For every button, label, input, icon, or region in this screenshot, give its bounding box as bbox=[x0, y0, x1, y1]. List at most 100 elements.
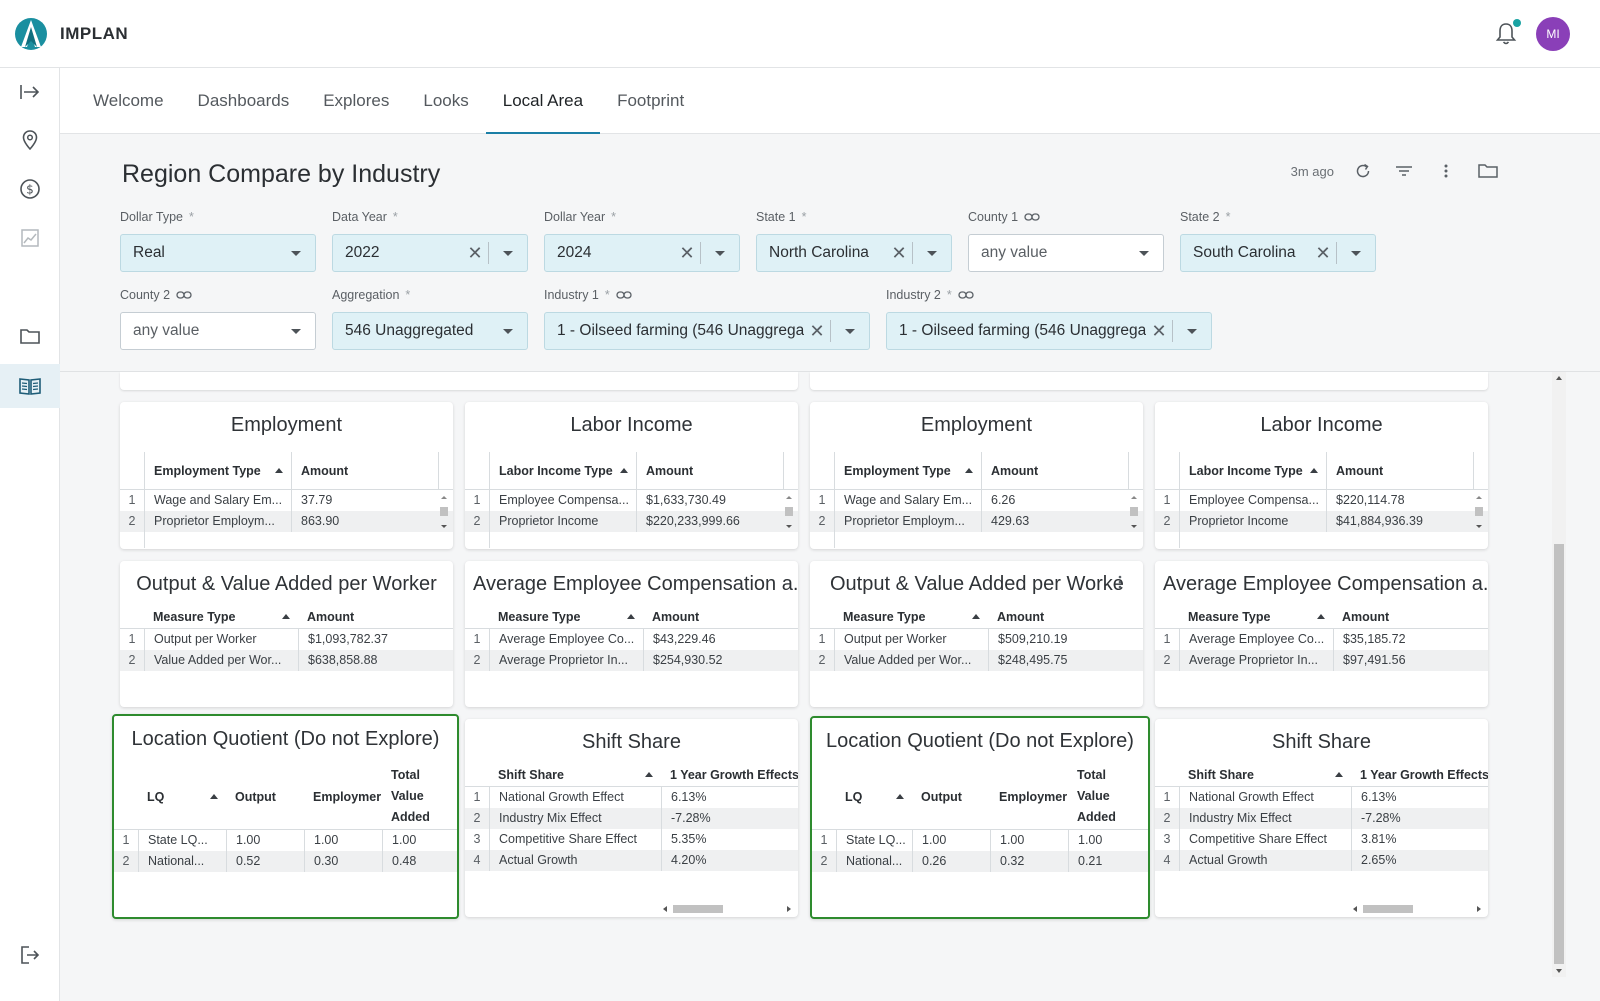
sort-asc-icon[interactable] bbox=[965, 468, 973, 473]
folder-icon[interactable] bbox=[1476, 162, 1500, 180]
tab-looks[interactable]: Looks bbox=[406, 68, 485, 133]
table-row[interactable]: 2 Proprietor Income $220,233,999.66 bbox=[465, 511, 798, 532]
chevron-down-icon[interactable] bbox=[277, 328, 315, 334]
output-value-added-tile-region-2[interactable]: Output & Value Added per Worke Measure T… bbox=[810, 561, 1143, 707]
table-row[interactable]: 2 Industry Mix Effect -7.28% bbox=[465, 808, 798, 829]
industry-1-select[interactable]: 1 - Oilseed farming (546 Unaggregated) ✕ bbox=[544, 312, 870, 350]
location-quotient-tile-region-2[interactable]: Location Quotient (Do not Explore) LQ Ou… bbox=[810, 716, 1150, 919]
table-row[interactable]: 2 Proprietor Employm... 429.63 bbox=[810, 511, 1143, 532]
table-row[interactable]: 4 Actual Growth 2.65% bbox=[1155, 850, 1488, 871]
table-row[interactable]: 2 National... 0.26 0.32 0.21 bbox=[812, 851, 1148, 872]
labor-income-tile-region-2[interactable]: Labor Income Labor Income Type Amount 1E… bbox=[1155, 402, 1488, 549]
table-scrollbar[interactable] bbox=[439, 494, 449, 530]
chevron-down-icon[interactable] bbox=[913, 250, 951, 256]
location-quotient-tile-region-1[interactable]: Location Quotient (Do not Explore) LQ Ou… bbox=[112, 714, 459, 919]
table-row[interactable]: 1 National Growth Effect 6.13% bbox=[1155, 787, 1488, 808]
sort-asc-icon[interactable] bbox=[210, 794, 218, 799]
table-row[interactable]: 1 Wage and Salary Em... 37.79 bbox=[120, 490, 453, 511]
data-year-select[interactable]: 2022 ✕ bbox=[332, 234, 528, 272]
sort-asc-icon[interactable] bbox=[1335, 772, 1343, 777]
table-row[interactable]: 2 Average Proprietor In... $97,491.56 bbox=[1155, 650, 1488, 671]
table-row[interactable]: 1 Average Employee Co... $35,185.72 bbox=[1155, 629, 1488, 650]
dollar-icon[interactable]: $ bbox=[0, 167, 60, 211]
county-2-select[interactable]: any value bbox=[120, 312, 316, 350]
tile-menu-icon[interactable] bbox=[1117, 574, 1123, 590]
table-row[interactable]: 1 Output per Worker $1,093,782.37 bbox=[120, 629, 453, 650]
sort-asc-icon[interactable] bbox=[282, 614, 290, 619]
page-scrollbar[interactable] bbox=[1552, 372, 1566, 977]
sort-asc-icon[interactable] bbox=[1317, 614, 1325, 619]
chevron-down-icon[interactable] bbox=[1337, 250, 1375, 256]
table-scrollbar[interactable] bbox=[1129, 494, 1139, 530]
table-row[interactable]: 3 Competitive Share Effect 5.35% bbox=[465, 829, 798, 850]
table-row[interactable]: 1 National Growth Effect 6.13% bbox=[465, 787, 798, 808]
clear-icon[interactable]: ✕ bbox=[674, 243, 700, 264]
table-row[interactable]: 2 Value Added per Wor... $638,858.88 bbox=[120, 650, 453, 671]
table-row[interactable]: 1 State LQ... 1.00 1.00 1.00 bbox=[114, 830, 457, 851]
table-row[interactable]: 2 Industry Mix Effect -7.28% bbox=[1155, 808, 1488, 829]
sort-asc-icon[interactable] bbox=[972, 614, 980, 619]
table-row[interactable]: 2 Value Added per Wor... $248,495.75 bbox=[810, 650, 1143, 671]
table-scrollbar[interactable] bbox=[784, 494, 794, 530]
book-icon[interactable] bbox=[0, 364, 60, 408]
table-row[interactable]: 2 National... 0.52 0.30 0.48 bbox=[114, 851, 457, 872]
sort-asc-icon[interactable] bbox=[896, 794, 904, 799]
shift-share-tile-region-1[interactable]: Shift Share Shift Share 1 Year Growth Ef… bbox=[465, 719, 798, 917]
location-pin-icon[interactable] bbox=[0, 118, 60, 162]
chart-icon[interactable] bbox=[0, 216, 60, 260]
table-row[interactable]: 1 State LQ... 1.00 1.00 1.00 bbox=[812, 830, 1148, 851]
more-options-icon[interactable] bbox=[1436, 162, 1456, 180]
filter-icon[interactable] bbox=[1392, 162, 1416, 180]
table-row[interactable]: 1 Employee Compensa... $220,114.78 bbox=[1155, 490, 1488, 511]
table-row[interactable]: 1 Average Employee Co... $43,229.46 bbox=[465, 629, 798, 650]
clear-icon[interactable]: ✕ bbox=[462, 243, 488, 264]
chevron-down-icon[interactable] bbox=[489, 250, 527, 256]
tab-local-area[interactable]: Local Area bbox=[485, 68, 601, 134]
sort-asc-icon[interactable] bbox=[627, 614, 635, 619]
clear-icon[interactable]: ✕ bbox=[1310, 243, 1336, 264]
labor-income-tile-region-1[interactable]: Labor Income Labor Income Type Amount 1E… bbox=[465, 402, 798, 549]
chevron-down-icon[interactable] bbox=[277, 250, 315, 256]
notifications-bell-icon[interactable] bbox=[1494, 19, 1521, 47]
table-row[interactable]: 3 Competitive Share Effect 3.81% bbox=[1155, 829, 1488, 850]
horizontal-scrollbar[interactable] bbox=[1351, 903, 1485, 915]
industry-2-select[interactable]: 1 - Oilseed farming (546 Unaggregated) ✕ bbox=[886, 312, 1212, 350]
expand-icon[interactable] bbox=[0, 70, 60, 114]
table-row[interactable]: 2 Proprietor Income $41,884,936.39 bbox=[1155, 511, 1488, 532]
horizontal-scrollbar[interactable] bbox=[661, 903, 795, 915]
avg-compensation-tile-region-2[interactable]: Average Employee Compensation a... Measu… bbox=[1155, 561, 1488, 707]
employment-tile-region-2[interactable]: Employment Employment Type Amount 1 Wage … bbox=[810, 402, 1143, 549]
table-row[interactable]: 1 Output per Worker $509,210.19 bbox=[810, 629, 1143, 650]
sort-asc-icon[interactable] bbox=[275, 468, 283, 473]
state-1-select[interactable]: North Carolina ✕ bbox=[756, 234, 952, 272]
dollar-year-select[interactable]: 2024 ✕ bbox=[544, 234, 740, 272]
tab-explores[interactable]: Explores bbox=[306, 68, 406, 133]
state-2-select[interactable]: South Carolina ✕ bbox=[1180, 234, 1376, 272]
chevron-down-icon[interactable] bbox=[1125, 250, 1163, 256]
clear-icon[interactable]: ✕ bbox=[886, 243, 912, 264]
link-icon[interactable] bbox=[176, 289, 192, 301]
link-icon[interactable] bbox=[616, 289, 632, 301]
dollar-type-select[interactable]: Real bbox=[120, 234, 316, 272]
table-row[interactable]: 1 Wage and Salary Em... 6.26 bbox=[810, 490, 1143, 511]
clear-icon[interactable]: ✕ bbox=[1146, 321, 1172, 342]
tab-footprint[interactable]: Footprint bbox=[600, 68, 701, 133]
tab-welcome[interactable]: Welcome bbox=[76, 68, 181, 133]
sort-asc-icon[interactable] bbox=[645, 772, 653, 777]
table-row[interactable]: 2 Average Proprietor In... $254,930.52 bbox=[465, 650, 798, 671]
tab-dashboards[interactable]: Dashboards bbox=[181, 68, 307, 133]
table-row[interactable]: 4 Actual Growth 4.20% bbox=[465, 850, 798, 871]
avg-compensation-tile-region-1[interactable]: Average Employee Compensation a... Measu… bbox=[465, 561, 798, 707]
sort-asc-icon[interactable] bbox=[620, 468, 628, 473]
output-value-added-tile-region-1[interactable]: Output & Value Added per Worker Measure … bbox=[120, 561, 453, 707]
chevron-down-icon[interactable] bbox=[701, 250, 739, 256]
county-1-select[interactable]: any value bbox=[968, 234, 1164, 272]
logout-icon[interactable] bbox=[0, 933, 60, 977]
refresh-icon[interactable] bbox=[1354, 162, 1372, 180]
sort-asc-icon[interactable] bbox=[1310, 468, 1318, 473]
chevron-down-icon[interactable] bbox=[489, 328, 527, 334]
employment-tile-region-1[interactable]: Employment Employment Type Amount 1 Wage … bbox=[120, 402, 453, 549]
link-icon[interactable] bbox=[958, 289, 974, 301]
clear-icon[interactable]: ✕ bbox=[804, 321, 830, 342]
folder-icon[interactable] bbox=[0, 314, 60, 358]
